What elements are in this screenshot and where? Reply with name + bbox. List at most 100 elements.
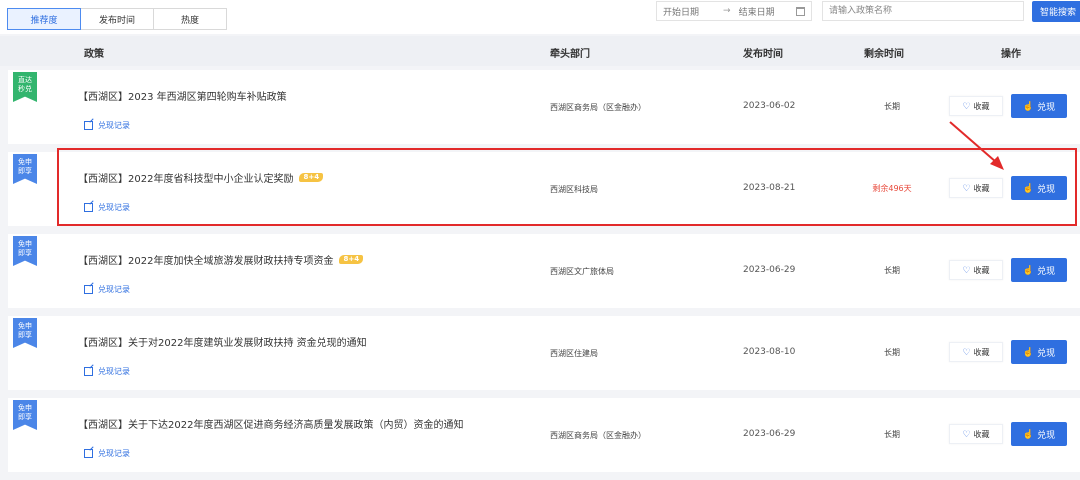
badge-line: 即享 xyxy=(18,331,32,339)
tab-recommend[interactable]: 推荐度 xyxy=(7,8,81,30)
redeem-record-label: 兑现记录 xyxy=(98,367,130,376)
heart-icon: ♡ xyxy=(962,182,971,193)
policy-title-text: 【西湖区】关于下达2022年度西湖区促进商务经济高质量发展政策（内贸）资金的通知 xyxy=(78,420,464,431)
header-policy: 政策 xyxy=(84,49,104,60)
lead-department: 西湖区科技局 xyxy=(550,185,598,194)
policy-title-text: 【西湖区】2022年度省科技型中小企业认定奖励 xyxy=(78,174,294,185)
policy-title[interactable]: 【西湖区】关于下达2022年度西湖区促进商务经济高质量发展政策（内贸）资金的通知 xyxy=(78,416,463,431)
policy-badge: 直达 秒兑 xyxy=(13,72,37,102)
table-row: 免申 即享 【西湖区】关于对2022年度建筑业发展财政扶持 资金兑现的通知 兑现… xyxy=(8,316,1080,390)
filter-bar: 推荐度 发布时间 热度 开始日期 → 结束日期 智能搜索 xyxy=(0,0,1080,34)
remaining-time: 长期 xyxy=(884,266,900,275)
favorite-label: 收藏 xyxy=(973,265,990,275)
favorite-button[interactable]: ♡ 收藏 xyxy=(949,424,1003,444)
redeem-record-link[interactable]: 兑现记录 xyxy=(84,366,130,377)
tab-popularity[interactable]: 热度 xyxy=(153,8,227,30)
publish-date: 2023-06-29 xyxy=(743,265,796,275)
edit-icon xyxy=(84,203,93,212)
redeem-label: 兑现 xyxy=(1037,347,1056,358)
hand-pointer-icon: ☝ xyxy=(1022,264,1035,275)
redeem-button[interactable]: ☝ 兑现 xyxy=(1011,340,1067,364)
remaining-time: 剩余496天 xyxy=(872,184,912,193)
start-date-placeholder: 开始日期 xyxy=(663,7,700,18)
badge-line: 免申 xyxy=(18,158,32,166)
lead-department: 西湖区文广旅体局 xyxy=(550,267,614,276)
header-date: 发布时间 xyxy=(743,49,783,60)
redeem-button[interactable]: ☝ 兑现 xyxy=(1011,176,1067,200)
policy-title[interactable]: 【西湖区】2022年度省科技型中小企业认定奖励 8+4 xyxy=(78,170,324,185)
policy-title[interactable]: 【西湖区】2023 年西湖区第四轮购车补贴政策 xyxy=(78,88,287,103)
publish-date: 2023-08-10 xyxy=(743,347,796,357)
edit-icon xyxy=(84,121,93,130)
redeem-record-label: 兑现记录 xyxy=(98,203,130,212)
redeem-record-link[interactable]: 兑现记录 xyxy=(84,120,130,131)
header-action: 操作 xyxy=(1001,49,1021,60)
policy-tag: 8+4 xyxy=(339,255,364,264)
redeem-button[interactable]: ☝ 兑现 xyxy=(1011,258,1067,282)
redeem-label: 兑现 xyxy=(1037,429,1056,440)
heart-icon: ♡ xyxy=(962,264,971,275)
end-date-placeholder: 结束日期 xyxy=(738,7,775,18)
badge-line: 即享 xyxy=(18,167,32,175)
tab-publish-time[interactable]: 发布时间 xyxy=(80,8,154,30)
badge-line: 直达 xyxy=(18,76,32,84)
favorite-label: 收藏 xyxy=(973,347,990,357)
badge-line: 免申 xyxy=(18,240,32,248)
redeem-record-link[interactable]: 兑现记录 xyxy=(84,202,130,213)
table-header: 政策 牵头部门 发布时间 剩余时间 操作 xyxy=(0,36,1080,66)
policy-badge: 免申 即享 xyxy=(13,154,37,184)
favorite-button[interactable]: ♡ 收藏 xyxy=(949,342,1003,362)
hand-pointer-icon: ☝ xyxy=(1022,346,1035,357)
redeem-record-label: 兑现记录 xyxy=(98,285,130,294)
lead-department: 西湖区商务局（区金融办） xyxy=(550,103,646,112)
search-input[interactable] xyxy=(822,1,1024,21)
redeem-record-label: 兑现记录 xyxy=(98,449,130,458)
badge-line: 即享 xyxy=(18,249,32,257)
hand-pointer-icon: ☝ xyxy=(1022,428,1035,439)
policy-title-text: 【西湖区】关于对2022年度建筑业发展财政扶持 资金兑现的通知 xyxy=(78,338,367,349)
redeem-record-link[interactable]: 兑现记录 xyxy=(84,284,130,295)
arrow-right-icon: → xyxy=(723,6,731,16)
favorite-button[interactable]: ♡ 收藏 xyxy=(949,260,1003,280)
publish-date: 2023-08-21 xyxy=(743,183,796,193)
policy-title[interactable]: 【西湖区】2022年度加快全域旅游发展财政扶持专项资金 8+4 xyxy=(78,252,364,267)
table-row: 免申 即享 【西湖区】关于下达2022年度西湖区促进商务经济高质量发展政策（内贸… xyxy=(8,398,1080,472)
hand-pointer-icon: ☝ xyxy=(1022,100,1035,111)
favorite-button[interactable]: ♡ 收藏 xyxy=(949,178,1003,198)
favorite-button[interactable]: ♡ 收藏 xyxy=(949,96,1003,116)
sort-tabs: 推荐度 发布时间 热度 xyxy=(7,8,227,30)
calendar-icon xyxy=(796,6,805,16)
redeem-button[interactable]: ☝ 兑现 xyxy=(1011,422,1067,446)
header-dept: 牵头部门 xyxy=(550,49,590,60)
edit-icon xyxy=(84,367,93,376)
heart-icon: ♡ xyxy=(962,428,971,439)
heart-icon: ♡ xyxy=(962,100,971,111)
table-row: 免申 即享 【西湖区】2022年度加快全域旅游发展财政扶持专项资金 8+4 兑现… xyxy=(8,234,1080,308)
badge-line: 免申 xyxy=(18,322,32,330)
favorite-label: 收藏 xyxy=(973,101,990,111)
table-row: 免申 即享 【西湖区】2022年度省科技型中小企业认定奖励 8+4 兑现记录 西… xyxy=(8,152,1080,226)
policy-title-text: 【西湖区】2022年度加快全域旅游发展财政扶持专项资金 xyxy=(78,256,334,267)
remaining-time: 长期 xyxy=(884,102,900,111)
header-remaining: 剩余时间 xyxy=(864,49,904,60)
lead-department: 西湖区住建局 xyxy=(550,349,598,358)
redeem-record-link[interactable]: 兑现记录 xyxy=(84,448,130,459)
redeem-button[interactable]: ☝ 兑现 xyxy=(1011,94,1067,118)
policy-badge: 免申 即享 xyxy=(13,236,37,266)
badge-line: 免申 xyxy=(18,404,32,412)
edit-icon xyxy=(84,449,93,458)
hand-pointer-icon: ☝ xyxy=(1022,182,1035,193)
lead-department: 西湖区商务局（区金融办） xyxy=(550,431,646,440)
redeem-record-label: 兑现记录 xyxy=(98,121,130,130)
smart-search-button[interactable]: 智能搜索 xyxy=(1032,1,1080,22)
publish-date: 2023-06-29 xyxy=(743,429,796,439)
redeem-label: 兑现 xyxy=(1037,101,1056,112)
redeem-label: 兑现 xyxy=(1037,183,1056,194)
favorite-label: 收藏 xyxy=(973,183,990,193)
badge-line: 即享 xyxy=(18,413,32,421)
badge-line: 秒兑 xyxy=(18,85,32,93)
heart-icon: ♡ xyxy=(962,346,971,357)
policy-title[interactable]: 【西湖区】关于对2022年度建筑业发展财政扶持 资金兑现的通知 xyxy=(78,334,367,349)
policy-badge: 免申 即享 xyxy=(13,318,37,348)
date-range-picker[interactable]: 开始日期 → 结束日期 xyxy=(656,1,812,21)
